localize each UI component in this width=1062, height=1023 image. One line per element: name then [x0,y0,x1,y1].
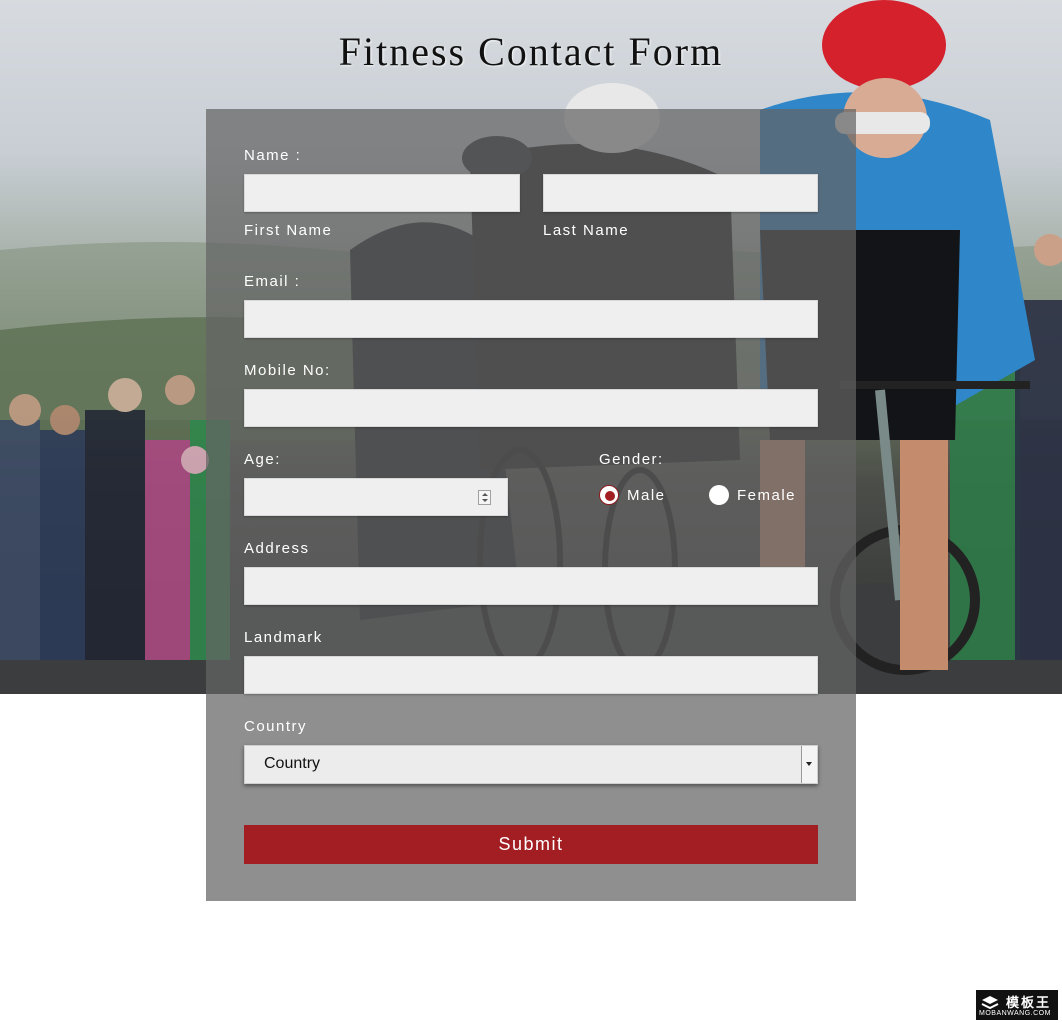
landmark-input[interactable] [244,656,818,694]
age-number-input[interactable] [244,478,508,516]
mobile-input[interactable] [244,389,818,427]
address-label: Address [244,540,310,557]
watermark-text: 模板王 [1006,995,1052,1010]
watermark-subtext: MOBANWANG.COM [979,1010,1051,1017]
spinner-icon[interactable] [478,490,491,505]
age-label: Age: [244,451,281,468]
country-selected-value: Country [264,755,321,772]
mobile-label: Mobile No: [244,362,331,379]
watermark: 模板王 MOBANWANG.COM [976,990,1058,1020]
first-name-input[interactable] [244,174,520,212]
country-label: Country [244,718,308,735]
last-name-input[interactable] [543,174,818,212]
gender-female-radio[interactable] [709,485,729,505]
first-name-sublabel: First Name [244,222,333,239]
landmark-label: Landmark [244,629,323,646]
gender-male-radio[interactable] [599,485,619,505]
name-label: Name : [244,147,302,164]
email-label: Email : [244,273,301,290]
gender-female-label: Female [737,487,797,504]
page-title: Fitness Contact Form [338,29,724,74]
chevron-down-icon[interactable] [801,746,817,783]
gender-label: Gender: [599,451,664,468]
address-input[interactable] [244,567,818,605]
country-select[interactable]: Country [244,745,818,784]
email-input[interactable] [244,300,818,338]
submit-button[interactable]: Submit [244,825,818,864]
gender-male-label: Male [627,487,666,504]
last-name-sublabel: Last Name [543,222,630,239]
